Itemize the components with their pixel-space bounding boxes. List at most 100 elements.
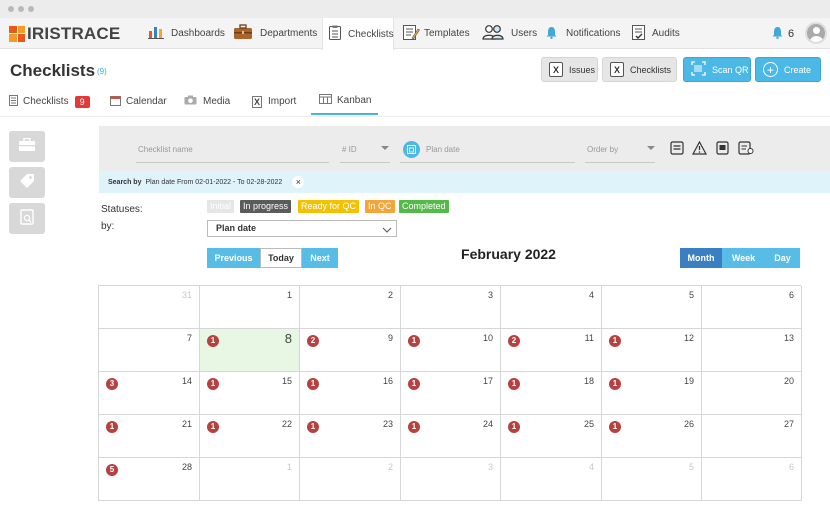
- event-count-badge[interactable]: 1: [408, 335, 420, 347]
- calendar-day-cell[interactable]: 2: [300, 286, 401, 329]
- tab-import[interactable]: X Import: [252, 88, 296, 115]
- calendar-day-cell[interactable]: 7: [99, 329, 200, 372]
- nav-notifications[interactable]: Notifications: [546, 18, 620, 49]
- calendar-day-cell[interactable]: 17 1: [401, 372, 501, 415]
- calendar-day-cell[interactable]: 12 1: [602, 329, 702, 372]
- calendar-day-cell[interactable]: 5: [602, 286, 702, 329]
- nav-checklists[interactable]: Checklists: [322, 18, 394, 50]
- chevron-down-icon: [382, 224, 392, 239]
- event-count-badge[interactable]: 1: [207, 421, 219, 433]
- plan-date-input[interactable]: Plan date: [426, 145, 460, 154]
- event-count-badge[interactable]: 1: [408, 378, 420, 390]
- calendar-day-cell[interactable]: 24 1: [401, 415, 501, 458]
- month-view-button[interactable]: Month: [680, 248, 722, 268]
- calendar-day-cell[interactable]: 15 1: [200, 372, 300, 415]
- calendar-day-cell[interactable]: 10 1: [401, 329, 501, 372]
- tab-calendar[interactable]: Calendar: [110, 88, 167, 115]
- archive-icon[interactable]: [716, 141, 729, 158]
- next-button[interactable]: Next: [302, 248, 338, 268]
- calendar-day-cell[interactable]: 25 1: [501, 415, 602, 458]
- event-count-badge[interactable]: 2: [307, 335, 319, 347]
- warning-icon[interactable]: [691, 140, 708, 158]
- tags-filter-button[interactable]: [9, 167, 45, 198]
- calendar-day-cell[interactable]: 3: [401, 458, 501, 501]
- issues-button[interactable]: X Issues: [541, 57, 598, 82]
- calendar-day-cell[interactable]: 18 1: [501, 372, 602, 415]
- calendar-day-cell[interactable]: 2: [300, 458, 401, 501]
- calendar-day-cell[interactable]: 21 1: [99, 415, 200, 458]
- event-count-badge[interactable]: 1: [609, 421, 621, 433]
- tab-media[interactable]: Media: [184, 88, 230, 115]
- saved-filter-button[interactable]: [9, 203, 45, 234]
- calendar-day-cell[interactable]: 28 5: [99, 458, 200, 501]
- id-select[interactable]: # ID: [342, 145, 357, 154]
- event-count-badge[interactable]: 1: [609, 335, 621, 347]
- create-button[interactable]: + Create: [755, 57, 821, 82]
- previous-button[interactable]: Previous: [207, 248, 260, 268]
- calendar-day-cell[interactable]: 26 1: [602, 415, 702, 458]
- calendar-day-cell[interactable]: 1: [200, 458, 300, 501]
- event-count-badge[interactable]: 1: [207, 335, 219, 347]
- calendar-day-cell[interactable]: 3: [401, 286, 501, 329]
- event-count-badge[interactable]: 1: [408, 421, 420, 433]
- checklist-name-input[interactable]: Checklist name: [138, 145, 193, 154]
- event-count-badge[interactable]: 1: [508, 421, 520, 433]
- nav-users[interactable]: Users: [482, 18, 537, 49]
- calendar-day-cell[interactable]: 6: [702, 458, 802, 501]
- list-view-icon[interactable]: [670, 141, 684, 158]
- calendar-day-cell[interactable]: 1: [200, 286, 300, 329]
- event-count-badge[interactable]: 2: [508, 335, 520, 347]
- day-view-button[interactable]: Day: [765, 248, 800, 268]
- event-count-badge[interactable]: 1: [106, 421, 118, 433]
- event-count-badge[interactable]: 3: [106, 378, 118, 390]
- order-by-select[interactable]: Order by: [587, 145, 618, 154]
- calendar-day-cell[interactable]: 27: [702, 415, 802, 458]
- departments-filter-button[interactable]: [9, 131, 45, 162]
- calendar-day-cell[interactable]: 4: [501, 458, 602, 501]
- status-initial[interactable]: Initial: [207, 200, 235, 213]
- calendar-day-cell[interactable]: 4: [501, 286, 602, 329]
- calendar-day-cell[interactable]: 13: [702, 329, 802, 372]
- nav-audits[interactable]: Audits: [632, 18, 680, 49]
- status-in-qc[interactable]: In QC: [365, 200, 395, 213]
- calendar-day-cell[interactable]: 19 1: [602, 372, 702, 415]
- calendar-day-cell[interactable]: 31: [99, 286, 200, 329]
- tab-kanban[interactable]: Kanban: [311, 88, 378, 115]
- week-view-button[interactable]: Week: [722, 248, 765, 268]
- event-count-badge[interactable]: 1: [307, 421, 319, 433]
- event-count-badge[interactable]: 1: [307, 378, 319, 390]
- clear-search-button[interactable]: ×: [292, 176, 305, 188]
- checklists-export-button[interactable]: X Checklists: [602, 57, 677, 82]
- event-count-badge[interactable]: 1: [508, 378, 520, 390]
- status-ready-for-qc[interactable]: Ready for QC: [298, 200, 360, 213]
- calendar-day-cell[interactable]: 92: [300, 329, 401, 372]
- event-count-badge[interactable]: 1: [207, 378, 219, 390]
- calendar-day-cell[interactable]: 22 1: [200, 415, 300, 458]
- event-count-badge[interactable]: 1: [609, 378, 621, 390]
- calendar-day-cell[interactable]: 11 2: [501, 329, 602, 372]
- status-completed[interactable]: Completed: [399, 200, 449, 213]
- active-search-bar: Search by Plan date From 02-01-2022 - To…: [99, 171, 830, 193]
- day-number: 28: [181, 462, 192, 472]
- calendar-day-cell[interactable]: 20: [702, 372, 802, 415]
- app-logo[interactable]: IRISTRACE: [9, 24, 120, 43]
- event-count-badge[interactable]: 5: [106, 464, 118, 476]
- group-by-select[interactable]: Plan date: [207, 220, 397, 237]
- calendar-day-cell[interactable]: 16 1: [300, 372, 401, 415]
- scan-qr-button[interactable]: Scan QR: [683, 57, 751, 82]
- calendar-day-cell[interactable]: 6: [702, 286, 802, 329]
- tab-checklists[interactable]: Checklists 9: [9, 88, 90, 115]
- calendar-day-cell[interactable]: 23 1: [300, 415, 401, 458]
- nav-dashboards[interactable]: Dashboards: [148, 18, 225, 49]
- nav-departments[interactable]: Departments: [233, 18, 317, 49]
- calendar-day-cell[interactable]: 81: [200, 329, 300, 372]
- notifications-bell[interactable]: 6: [772, 18, 794, 49]
- status-in-progress[interactable]: In progress: [240, 200, 292, 213]
- today-button[interactable]: Today: [260, 248, 302, 268]
- calendar-day-cell[interactable]: 14 3: [99, 372, 200, 415]
- date-picker-icon[interactable]: [403, 141, 420, 158]
- nav-templates[interactable]: Templates: [403, 18, 470, 49]
- avatar[interactable]: [805, 22, 827, 44]
- calendar-day-cell[interactable]: 5: [602, 458, 702, 501]
- filter-settings-icon[interactable]: [738, 141, 754, 158]
